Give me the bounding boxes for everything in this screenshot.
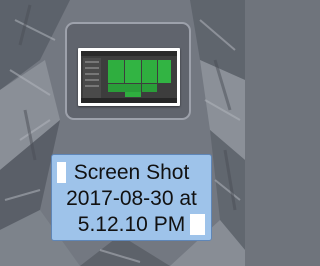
filename-label[interactable]: Screen Shot 2017-08-30 at 5.12.10 PM	[51, 154, 212, 241]
filename-line-2: 2017-08-30 at	[66, 187, 197, 210]
text-selection-end-marker	[190, 214, 205, 235]
filename-line-1: Screen Shot	[73, 161, 190, 184]
screenshot-thumbnail-icon[interactable]	[78, 48, 180, 106]
filename-line-3: 5.12.10 PM	[77, 213, 186, 236]
text-selection-start-marker	[57, 162, 66, 183]
